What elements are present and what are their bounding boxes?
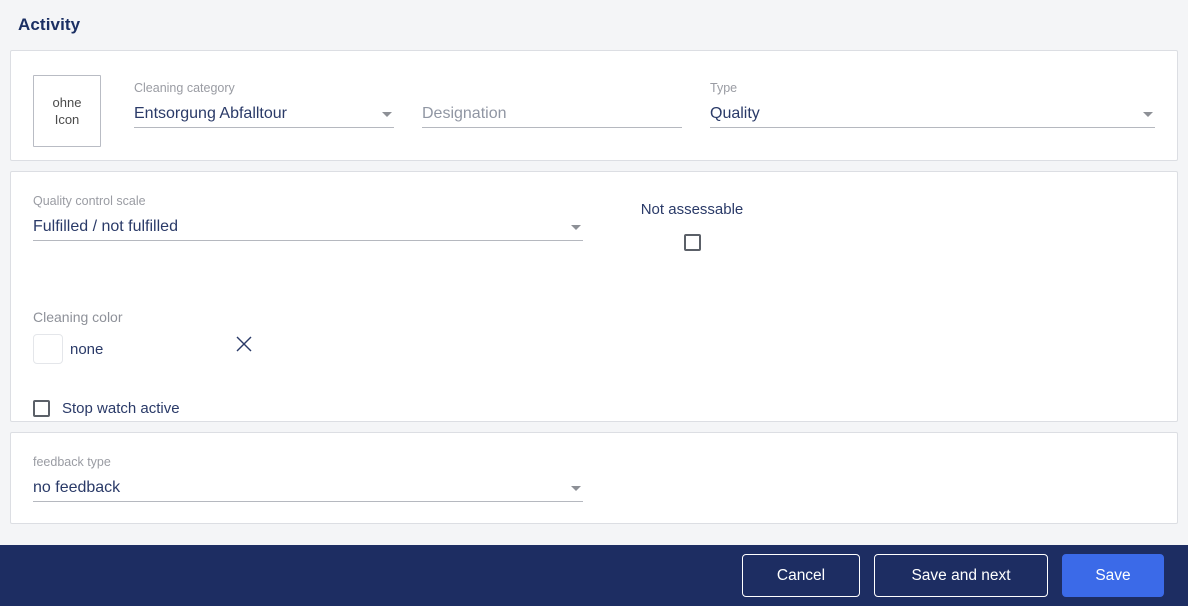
quality-scale-row: Quality control scale Fulfilled / not fu… xyxy=(33,194,1155,251)
cleaning-color-swatch[interactable] xyxy=(33,334,63,364)
cleaning-color-group: Cleaning color none xyxy=(33,308,293,364)
type-field: Type Quality xyxy=(710,81,1155,130)
cleaning-category-field: Cleaning category Entsorgung Abfalltour xyxy=(134,81,394,130)
feedback-card: feedback type no feedback xyxy=(10,432,1178,524)
type-select[interactable]: Quality xyxy=(710,101,1155,128)
quality-card: Quality control scale Fulfilled / not fu… xyxy=(10,171,1178,422)
cleaning-category-select[interactable]: Entsorgung Abfalltour xyxy=(134,101,394,128)
designation-label xyxy=(422,81,682,96)
page-title: Activity xyxy=(18,15,80,35)
type-label: Type xyxy=(710,81,1155,96)
designation-field: Designation xyxy=(422,81,682,130)
chevron-down-icon[interactable] xyxy=(571,486,581,491)
page-header: Activity xyxy=(0,0,1188,50)
cleaning-category-label: Cleaning category xyxy=(134,81,394,96)
not-assessable-checkbox[interactable] xyxy=(684,234,701,251)
cancel-button[interactable]: Cancel xyxy=(742,554,860,597)
close-icon[interactable] xyxy=(233,333,255,355)
footer-action-bar: Cancel Save and next Save xyxy=(0,545,1188,606)
not-assessable-checkbox-wrap xyxy=(633,234,751,251)
identity-fields-row: Cleaning category Entsorgung Abfalltour … xyxy=(134,73,1155,130)
icon-placeholder-line1: ohne xyxy=(53,94,82,111)
chevron-down-icon[interactable] xyxy=(382,112,392,117)
quality-control-scale-value: Fulfilled / not fulfilled xyxy=(33,216,178,238)
save-and-next-button[interactable]: Save and next xyxy=(874,554,1048,597)
feedback-type-value: no feedback xyxy=(33,477,120,499)
stop-watch-row[interactable]: Stop watch active xyxy=(33,400,1155,417)
cleaning-color-value: none xyxy=(70,341,103,358)
activity-form-page: Activity ohne Icon Cleaning category Ent… xyxy=(0,0,1188,606)
chevron-down-icon[interactable] xyxy=(571,225,581,230)
stop-watch-label: Stop watch active xyxy=(62,400,180,417)
chevron-down-icon[interactable] xyxy=(1143,112,1153,117)
cleaning-color-label: Cleaning color xyxy=(33,308,293,326)
icon-placeholder-box[interactable]: ohne Icon xyxy=(33,75,101,147)
not-assessable-label: Not assessable xyxy=(633,200,751,220)
identity-card: ohne Icon Cleaning category Entsorgung A… xyxy=(10,50,1178,161)
quality-control-scale-field: Quality control scale Fulfilled / not fu… xyxy=(33,194,583,243)
save-button[interactable]: Save xyxy=(1062,554,1164,597)
feedback-type-field: feedback type no feedback xyxy=(33,455,583,504)
quality-control-scale-select[interactable]: Fulfilled / not fulfilled xyxy=(33,214,583,241)
feedback-type-label: feedback type xyxy=(33,455,583,470)
stop-watch-checkbox[interactable] xyxy=(33,400,50,417)
cleaning-category-value: Entsorgung Abfalltour xyxy=(134,103,287,125)
designation-placeholder: Designation xyxy=(422,103,507,125)
designation-input[interactable]: Designation xyxy=(422,101,682,128)
form-content: ohne Icon Cleaning category Entsorgung A… xyxy=(0,50,1188,545)
feedback-type-select[interactable]: no feedback xyxy=(33,475,583,502)
icon-placeholder-line2: Icon xyxy=(55,111,80,128)
type-value: Quality xyxy=(710,103,760,125)
not-assessable-group: Not assessable xyxy=(633,194,751,251)
cleaning-color-row: none xyxy=(33,334,293,364)
quality-control-scale-label: Quality control scale xyxy=(33,194,583,209)
